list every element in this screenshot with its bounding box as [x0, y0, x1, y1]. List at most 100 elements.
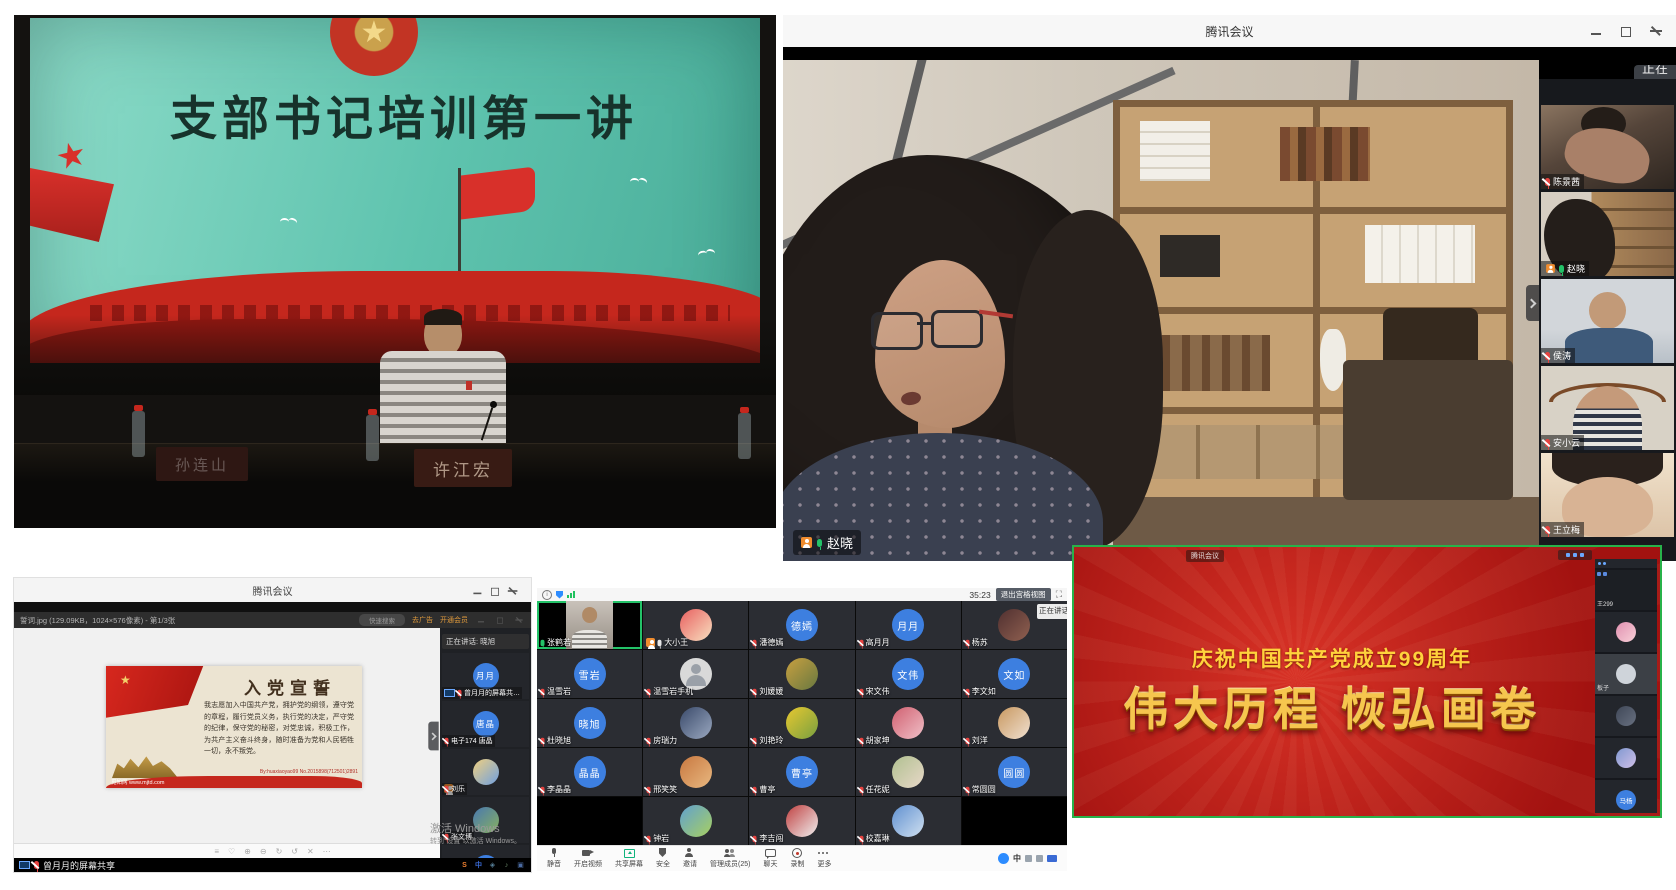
viewer-minimize-button[interactable] [477, 616, 484, 623]
participant-tile[interactable]: 邢笑笑 [643, 748, 748, 796]
participant-tile[interactable]: 李吉闯 [749, 797, 854, 845]
participant-tile[interactable]: 曹亭 曹亭 [749, 748, 854, 796]
viewer-tool-icon[interactable]: ♡ [228, 847, 235, 856]
sidebar-collapse-chevron-icon[interactable] [1526, 285, 1539, 321]
participant-tile[interactable]: 温雪岩手机 [643, 650, 748, 698]
viewer-maximize-button[interactable] [496, 616, 503, 623]
projection-screen: ★ ★ 支部书记培训第一讲 [30, 18, 760, 363]
toolbar-button[interactable]: 安全 [656, 848, 670, 869]
maximize-button[interactable] [1620, 25, 1632, 37]
toolbar-button[interactable]: 更多 [817, 848, 831, 869]
participant-tile[interactable]: 刘媛媛 [749, 650, 854, 698]
participant-thumbnail[interactable]: 板子 [1595, 654, 1657, 694]
participant-thumbnail[interactable]: 安小云 [1541, 366, 1674, 450]
participant-thumbnail[interactable]: 王立梅 [1541, 453, 1674, 537]
viewer-tool-icon[interactable]: ↻ [276, 847, 283, 856]
toolbar-button[interactable]: 邀请 [683, 848, 697, 869]
tray-icon[interactable] [1036, 855, 1043, 862]
participant-thumbnail[interactable] [1595, 612, 1657, 652]
viewer-close-button[interactable] [515, 616, 522, 623]
participant-tile[interactable]: 月月 高月月 [856, 601, 961, 649]
sidebar-collapse-chevron-icon[interactable] [428, 722, 438, 751]
viewer-tool-icon[interactable]: ≡ [214, 847, 219, 856]
toolbar-button[interactable]: 聊天 [763, 848, 777, 869]
viewer-search-input[interactable]: 快速搜索 [359, 614, 405, 626]
speaking-tooltip: 正在讲话: 晓旭 [442, 634, 529, 649]
participant-tile[interactable]: 刘艳玲 [749, 699, 854, 747]
participant-tile[interactable]: 晓旭 杜晓旭 [537, 699, 642, 747]
mic-icon [753, 786, 757, 792]
participant-tile[interactable] [537, 797, 642, 845]
participant-thumbnail[interactable]: 马杨 [1595, 780, 1657, 813]
fullscreen-icon[interactable]: ⛶ [1056, 589, 1062, 600]
participant-tile[interactable]: 校嘉琳 [856, 797, 961, 845]
participant-tile[interactable]: 德嫣 潘德嫣 [749, 601, 854, 649]
watermark: By:huaxiaoyao99 No.2015898(712501)2891 [260, 769, 358, 775]
participant-thumbnail[interactable]: 王299 [1595, 570, 1657, 610]
viewer-tool-icon[interactable]: ↺ [291, 847, 298, 856]
mic-icon [753, 737, 757, 743]
anniversary-subtitle: 庆祝中国共产党成立99周年 [1074, 643, 1590, 673]
participant-name: 赵晓 [1567, 262, 1585, 275]
participant-tile[interactable]: 文伟 宋文伟 [856, 650, 961, 698]
maximize-button[interactable] [490, 586, 500, 596]
tray-icon[interactable]: 中 [473, 860, 484, 871]
tray-icon[interactable]: S [459, 860, 470, 871]
close-button[interactable] [508, 586, 518, 596]
participant-tile[interactable]: 刘洋 [962, 699, 1067, 747]
toolbar-button[interactable]: 静音 [547, 848, 561, 869]
tray-icon[interactable]: ♪ [501, 860, 512, 871]
ime-chinese-icon[interactable]: 中 [1013, 853, 1021, 864]
participant-avatar: 雪岩 [574, 658, 606, 690]
participant-tile[interactable]: 任花妮 [856, 748, 961, 796]
remove-ads-link[interactable]: 去广告 [412, 615, 433, 625]
participant-thumbnail[interactable]: 陈景茜 [1541, 105, 1674, 189]
participant-thumbnail[interactable]: 唐晶 电子174 唐晶 [442, 701, 529, 747]
participant-tile[interactable]: 圆圆 常圆圆 [962, 748, 1067, 796]
participant-tile[interactable]: 晶晶 李晶晶 [537, 748, 642, 796]
participant-tile[interactable] [962, 797, 1067, 845]
toolbar-button[interactable]: 录制 [790, 848, 804, 869]
dove-icon [630, 178, 646, 186]
participant-thumbnail[interactable]: 赵晓 [1541, 192, 1674, 276]
participant-thumbnail[interactable] [1595, 738, 1657, 778]
tray-app-icon[interactable] [998, 853, 1009, 864]
viewer-tool-icon[interactable]: ⊖ [260, 847, 267, 856]
participant-thumbnail[interactable] [1595, 696, 1657, 736]
participant-name: 宋文伟 [866, 686, 890, 697]
toolbar-icon [684, 848, 696, 858]
participant-name: 张鹤若 [547, 637, 571, 648]
participant-tile[interactable]: 雪岩 温雪岩 [537, 650, 642, 698]
participant-name: 大小王 [664, 637, 688, 648]
slide-title: 入党宣誓 [244, 674, 336, 699]
participant-avatar [473, 759, 499, 785]
toolbar-button[interactable]: 管理成员(25) [710, 848, 750, 869]
participant-thumbnail[interactable]: 月月 曾月月的屏幕共… [442, 653, 529, 699]
tray-icon[interactable] [1047, 855, 1057, 862]
participant-thumbnail[interactable]: 侯涛 [1541, 279, 1674, 363]
exit-grid-view-button[interactable]: 退出宫格视图 [996, 588, 1051, 601]
participant-tile[interactable]: 张鹤若 [537, 601, 642, 649]
red-star-icon: ★ [52, 133, 91, 179]
tray-icon[interactable]: ▣ [515, 860, 526, 871]
participant-tile[interactable]: 房瑞力 [643, 699, 748, 747]
toolbar-button[interactable]: 开启视频 [574, 848, 602, 869]
participant-thumbnail[interactable]: 刘乐 [442, 749, 529, 795]
viewer-tool-icon[interactable]: ⊕ [244, 847, 251, 856]
tray-icon[interactable]: ◈ [487, 860, 498, 871]
toolbar-button[interactable]: 共享屏幕 [615, 848, 643, 869]
toolbar-icon [818, 848, 830, 858]
participant-tile[interactable]: 文如 李文如 [962, 650, 1067, 698]
participant-tile[interactable]: 大小王 [643, 601, 748, 649]
vip-upgrade-link[interactable]: 开通会员 [440, 615, 468, 625]
viewer-tool-icon[interactable]: ⋯ [323, 847, 331, 856]
minimize-button[interactable] [473, 586, 483, 596]
main-speaker-video[interactable]: 赵晓 [783, 60, 1539, 561]
viewer-tool-icon[interactable]: ✕ [307, 847, 314, 856]
minimize-button[interactable] [1590, 25, 1602, 37]
participant-tile[interactable]: 钟岩 [643, 797, 748, 845]
tray-icon[interactable] [1025, 855, 1032, 862]
participant-tile[interactable]: 胡家坤 [856, 699, 961, 747]
participant-name: 王立梅 [1553, 523, 1580, 536]
close-button[interactable] [1650, 25, 1662, 37]
